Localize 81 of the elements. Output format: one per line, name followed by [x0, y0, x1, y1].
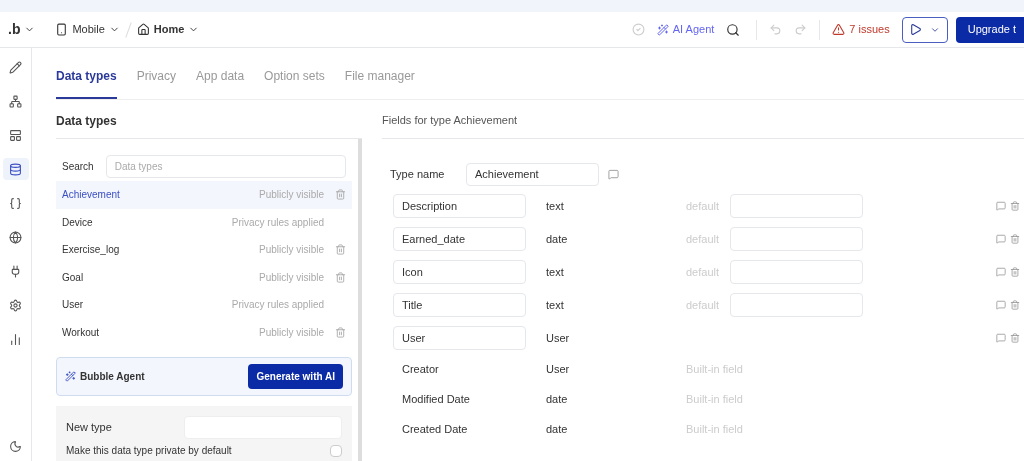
new-type-label: New type — [66, 420, 113, 436]
sidebar-item[interactable] — [2, 158, 29, 180]
trash-icon[interactable] — [1010, 333, 1020, 343]
database-icon — [9, 162, 22, 176]
panel-title: Fields for type Achievement — [382, 112, 1024, 139]
field-name: Modified Date — [401, 392, 471, 408]
settings-icon — [9, 298, 22, 312]
braces-icon — [9, 196, 22, 210]
field-type: User — [545, 362, 571, 378]
trash-icon[interactable] — [1010, 300, 1020, 310]
search-field[interactable]: Data types — [105, 155, 346, 178]
wand-icon — [656, 23, 669, 36]
panel-title: Data types — [56, 112, 362, 139]
default-value-field[interactable] — [730, 227, 863, 251]
preview-button[interactable] — [901, 16, 948, 43]
comment-icon[interactable] — [996, 300, 1006, 310]
field-type: text — [545, 264, 565, 280]
plug-icon — [9, 264, 22, 278]
wand-icon — [65, 371, 76, 382]
field-name-input[interactable]: Title — [393, 293, 526, 317]
comment-icon[interactable] — [996, 267, 1006, 277]
field-type: date — [545, 422, 569, 438]
field-type: text — [545, 297, 565, 313]
warning-icon — [832, 23, 846, 36]
field-type: User — [545, 330, 571, 346]
default-value-field[interactable] — [730, 260, 863, 284]
data-type-item[interactable]: Workout Publicly visible — [56, 318, 352, 346]
page-dropdown[interactable]: Home — [136, 21, 200, 38]
field-type: date — [545, 392, 569, 408]
field-name-input[interactable]: Earned_date — [393, 227, 526, 251]
data-type-item[interactable]: User Privacy rules applied — [56, 291, 352, 319]
default-value-field[interactable] — [730, 194, 863, 218]
trash-icon[interactable] — [1010, 234, 1020, 244]
private-checkbox[interactable] — [330, 444, 342, 457]
trash-icon[interactable] — [335, 189, 346, 201]
moon-icon[interactable] — [9, 440, 22, 453]
default-value-field[interactable] — [730, 293, 863, 317]
chart-icon — [9, 332, 22, 346]
upgrade-button[interactable]: Upgrade t — [955, 16, 1024, 43]
generate-button[interactable]: Generate with AI — [248, 364, 343, 389]
play-icon — [909, 23, 923, 36]
logo-menu[interactable]: .b — [8, 19, 36, 40]
trash-icon[interactable] — [1010, 201, 1020, 211]
type-name-field[interactable]: Achievement — [466, 162, 599, 186]
search-icon[interactable] — [726, 22, 741, 37]
comment-icon[interactable] — [608, 168, 619, 180]
search-label: Search — [62, 160, 94, 174]
field-name-input[interactable]: Description — [393, 194, 526, 218]
issues-button[interactable]: 7 issues — [832, 21, 890, 38]
device-dropdown[interactable]: Mobile — [55, 21, 120, 38]
trash-icon[interactable] — [335, 326, 346, 338]
hierarchy-icon — [9, 94, 22, 108]
field-type: date — [545, 231, 569, 247]
pencil-icon — [9, 60, 22, 74]
field-name-input[interactable]: Icon — [393, 260, 526, 284]
data-type-item[interactable]: Exercise_log Publicly visible — [56, 236, 352, 264]
data-type-item[interactable]: Device Privacy rules applied — [56, 208, 352, 236]
field-name: Created Date — [401, 422, 469, 438]
globe-icon — [9, 230, 22, 244]
ai-agent-button[interactable]: AI Agent — [656, 21, 715, 38]
check-icon[interactable] — [631, 23, 645, 36]
type-name-label: Type name — [390, 166, 446, 182]
agent-label: Bubble Agent — [80, 370, 146, 384]
home-icon — [136, 23, 150, 36]
layout-icon — [9, 128, 22, 142]
undo-icon[interactable] — [769, 23, 783, 36]
comment-icon[interactable] — [996, 234, 1006, 244]
comment-icon[interactable] — [996, 201, 1006, 211]
comment-icon[interactable] — [996, 333, 1006, 343]
trash-icon[interactable] — [335, 244, 346, 256]
field-type: text — [545, 198, 565, 214]
phone-icon — [55, 23, 69, 36]
tab[interactable]: Data types — [56, 67, 117, 99]
field-name-input[interactable]: User — [393, 326, 526, 350]
private-label: Make this data type private by default — [66, 444, 233, 458]
field-name: Creator — [401, 362, 440, 378]
data-type-item[interactable]: Goal Publicly visible — [56, 263, 352, 291]
trash-icon[interactable] — [1010, 267, 1020, 277]
redo-icon[interactable] — [794, 23, 808, 36]
trash-icon[interactable] — [335, 271, 346, 283]
data-type-item[interactable]: Achievement Publicly visible — [56, 181, 352, 209]
